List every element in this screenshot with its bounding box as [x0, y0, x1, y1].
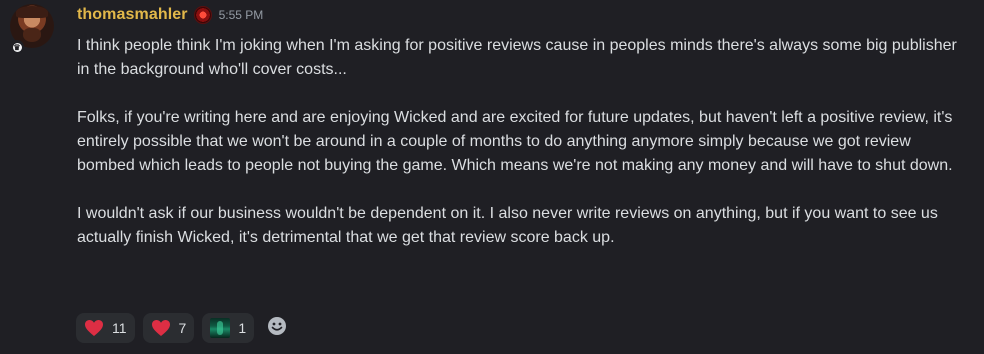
reaction-count: 7 — [178, 320, 187, 336]
avatar[interactable]: ♛ — [10, 4, 54, 54]
username[interactable]: thomasmahler — [77, 6, 188, 24]
red-orb-icon[interactable] — [193, 6, 212, 24]
message-header: thomasmahler 5:55 PM — [77, 4, 263, 26]
smiley-icon — [267, 316, 287, 341]
heart-icon — [84, 319, 104, 337]
message-paragraph: I wouldn't ask if our business wouldn't … — [77, 205, 943, 246]
green-portal-icon — [210, 318, 231, 338]
message-paragraph: Folks, if you're writing here and are en… — [77, 109, 957, 174]
heart-icon — [151, 319, 171, 337]
chat-message: ♛ thomasmahler 5:55 PM I think people th… — [0, 0, 984, 354]
reaction-portal[interactable]: 1 — [202, 313, 255, 343]
reaction-count: 11 — [112, 320, 127, 336]
reaction-count: 1 — [238, 320, 247, 336]
reaction-heart[interactable]: 11 — [76, 313, 135, 343]
reactions-bar: 11 7 1 — [76, 313, 292, 343]
message-paragraph: I think people think I'm joking when I'm… — [77, 37, 962, 78]
message-content: I think people think I'm joking when I'm… — [77, 34, 967, 274]
owner-badge-icon: ♛ — [10, 40, 24, 54]
timestamp[interactable]: 5:55 PM — [219, 8, 264, 22]
add-reaction-button[interactable] — [262, 313, 292, 343]
reaction-heart[interactable]: 7 — [142, 313, 195, 343]
